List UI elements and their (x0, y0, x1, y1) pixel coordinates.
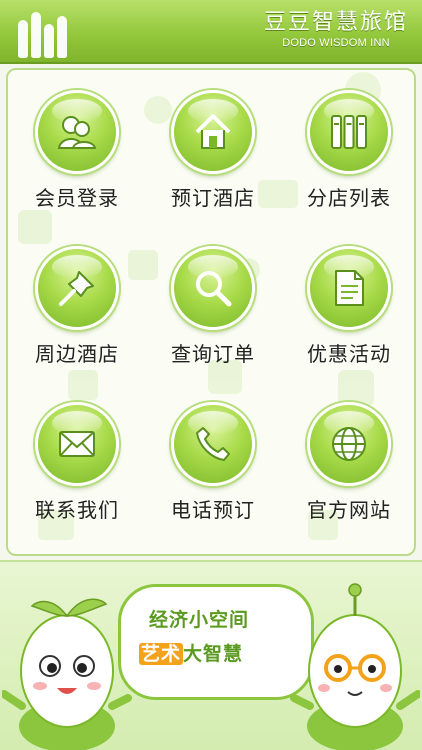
menu-item-branch-list[interactable]: 分店列表 (283, 90, 414, 246)
branch-list-icon (331, 115, 367, 149)
slogan-rest: 大智慧 (183, 643, 244, 665)
slogan-line-1: 经济小空间 (149, 609, 250, 631)
menu-item-nearby-hotels[interactable]: 周边酒店 (11, 246, 143, 402)
contact-us-button[interactable] (35, 402, 119, 486)
slogan-line-2: 艺术 大智慧 (139, 639, 243, 666)
menu-label: 官方网站 (307, 498, 391, 522)
menu-item-official-website[interactable]: 官方网站 (283, 402, 414, 554)
slogan-highlight: 艺术 (139, 643, 184, 665)
mail-icon (59, 431, 95, 457)
phone-icon (196, 427, 230, 461)
branch-list-button[interactable] (307, 90, 391, 174)
search-icon (196, 271, 232, 307)
menu-grid: 会员登录 预订酒店 分店列表 周边酒店 查询订单 优惠活动 联系我们 电话预订 … (8, 90, 414, 554)
logo-bar (56, 16, 67, 58)
menu-label: 周边酒店 (35, 342, 119, 366)
mascot-left-illustration (2, 598, 132, 750)
menu-label: 优惠活动 (307, 342, 391, 366)
app-logo (8, 6, 76, 58)
menu-label: 电话预订 (171, 498, 255, 522)
document-icon (335, 270, 364, 306)
menu-item-book-hotel[interactable]: 预订酒店 (147, 90, 279, 246)
promotions-button[interactable] (307, 246, 391, 330)
order-lookup-button[interactable] (171, 246, 255, 330)
mascot-right-illustration (290, 583, 420, 750)
menu-label: 查询订单 (171, 342, 255, 366)
brand-title: 豆豆智慧旅馆 DODO WISDOM INN (264, 10, 408, 50)
nearby-hotels-button[interactable] (35, 246, 119, 330)
phone-booking-button[interactable] (171, 402, 255, 486)
menu-item-contact-us[interactable]: 联系我们 (11, 402, 143, 554)
promo-banner: 经济小空间 艺术 大智慧 (0, 560, 422, 750)
menu-panel: 会员登录 预订酒店 分店列表 周边酒店 查询订单 优惠活动 联系我们 电话预订 … (6, 68, 416, 556)
brand-name-en: DODO WISDOM INN (282, 37, 390, 49)
book-hotel-button[interactable] (171, 90, 255, 174)
logo-bar (17, 20, 28, 58)
member-login-button[interactable] (35, 90, 119, 174)
member-icon (57, 116, 97, 149)
globe-icon (332, 427, 366, 461)
menu-label: 分店列表 (307, 186, 391, 210)
logo-bar (43, 24, 54, 58)
slogan-bubble: 经济小空间 艺术 大智慧 (118, 584, 314, 700)
pin-icon (59, 271, 94, 306)
menu-item-order-lookup[interactable]: 查询订单 (147, 246, 279, 402)
menu-label: 预订酒店 (171, 186, 255, 210)
menu-label: 联系我们 (35, 498, 119, 522)
logo-bar (30, 12, 41, 58)
menu-label: 会员登录 (35, 186, 119, 210)
official-website-button[interactable] (307, 402, 391, 486)
menu-item-phone-booking[interactable]: 电话预订 (147, 402, 279, 554)
menu-item-promotions[interactable]: 优惠活动 (283, 246, 414, 402)
brand-name-cn: 豆豆智慧旅馆 (263, 10, 408, 35)
menu-item-member-login[interactable]: 会员登录 (11, 90, 143, 246)
app-header: 豆豆智慧旅馆 DODO WISDOM INN (0, 0, 422, 64)
home-icon (195, 114, 231, 149)
